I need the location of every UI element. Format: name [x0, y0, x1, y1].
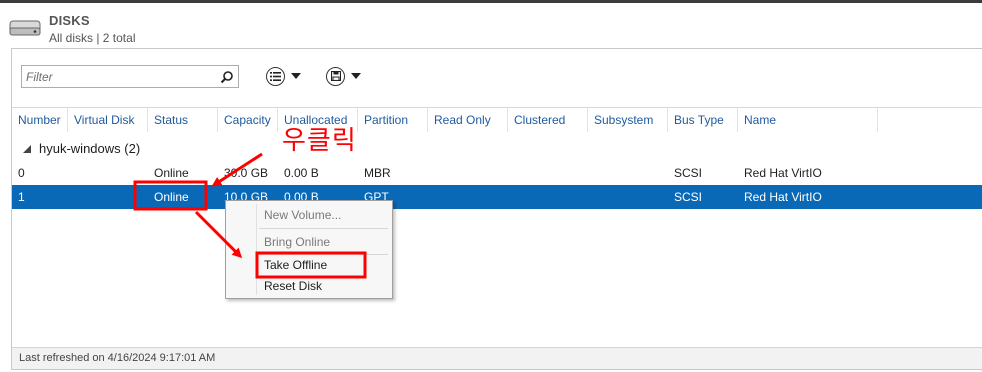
list-options-button[interactable] [266, 65, 301, 87]
group-label: hyuk-windows (2) [39, 141, 141, 156]
cell-status: Online [154, 190, 189, 204]
column-header-partition[interactable]: Partition [358, 108, 428, 132]
column-header-status[interactable]: Status [148, 108, 218, 132]
cell-status: Online [154, 166, 189, 180]
save-icon [326, 66, 345, 86]
menu-gutter [256, 204, 257, 295]
disks-header: DISKS All disks | 2 total [0, 3, 982, 48]
cell-partition: MBR [364, 166, 391, 180]
column-header-clustered[interactable]: Clustered [508, 108, 588, 132]
column-header-virtual-disk[interactable]: Virtual Disk [68, 108, 148, 132]
menu-separator [259, 228, 388, 229]
menu-item-bring-online[interactable]: Bring Online [264, 232, 330, 252]
filter-box [21, 65, 239, 88]
cell-name: Red Hat VirtIO [744, 190, 822, 204]
cell-number: 1 [18, 190, 25, 204]
column-header-bus-type[interactable]: Bus Type [668, 108, 738, 132]
chevron-down-icon [351, 73, 361, 79]
page-subtitle: All disks | 2 total [49, 31, 136, 45]
table-row[interactable]: 0 Online 30.0 GB 0.00 B MBR SCSI Red Hat… [12, 161, 982, 185]
column-header-capacity[interactable]: Capacity [218, 108, 278, 132]
column-header-row: Number Virtual Disk Status Capacity Unal… [12, 107, 982, 132]
collapse-triangle-icon[interactable] [23, 144, 31, 153]
search-icon[interactable] [220, 70, 234, 84]
cell-capacity: 30.0 GB [224, 166, 269, 180]
page-title: DISKS [49, 13, 90, 28]
menu-item-new-volume[interactable]: New Volume... [264, 205, 341, 225]
cell-unallocated: 0.00 B [284, 166, 319, 180]
cell-bus-type: SCSI [674, 190, 703, 204]
menu-item-reset-disk[interactable]: Reset Disk [264, 276, 322, 296]
column-header-name[interactable]: Name [738, 108, 878, 132]
column-header-read-only[interactable]: Read Only [428, 108, 508, 132]
list-options-icon [266, 66, 285, 86]
column-header-number[interactable]: Number [12, 108, 68, 132]
column-header-subsystem[interactable]: Subsystem [588, 108, 668, 132]
filter-input[interactable] [23, 67, 213, 86]
cell-number: 0 [18, 166, 25, 180]
annotation-label: 우클릭 [282, 126, 357, 156]
group-header[interactable]: hyuk-windows (2) [12, 137, 140, 161]
disk-drive-icon [9, 20, 41, 36]
chevron-down-icon [291, 73, 301, 79]
cell-name: Red Hat VirtIO [744, 166, 822, 180]
menu-item-take-offline[interactable]: Take Offline [264, 255, 327, 275]
context-menu: New Volume... Bring Online Take Offline … [225, 200, 393, 299]
cell-bus-type: SCSI [674, 166, 703, 180]
save-button[interactable] [326, 65, 361, 87]
disks-panel: Number Virtual Disk Status Capacity Unal… [11, 48, 982, 370]
status-bar: Last refreshed on 4/16/2024 9:17:01 AM [12, 347, 982, 369]
table-row-selected[interactable]: 1 Online 10.0 GB 0.00 B GPT SCSI Red Hat… [12, 185, 982, 209]
